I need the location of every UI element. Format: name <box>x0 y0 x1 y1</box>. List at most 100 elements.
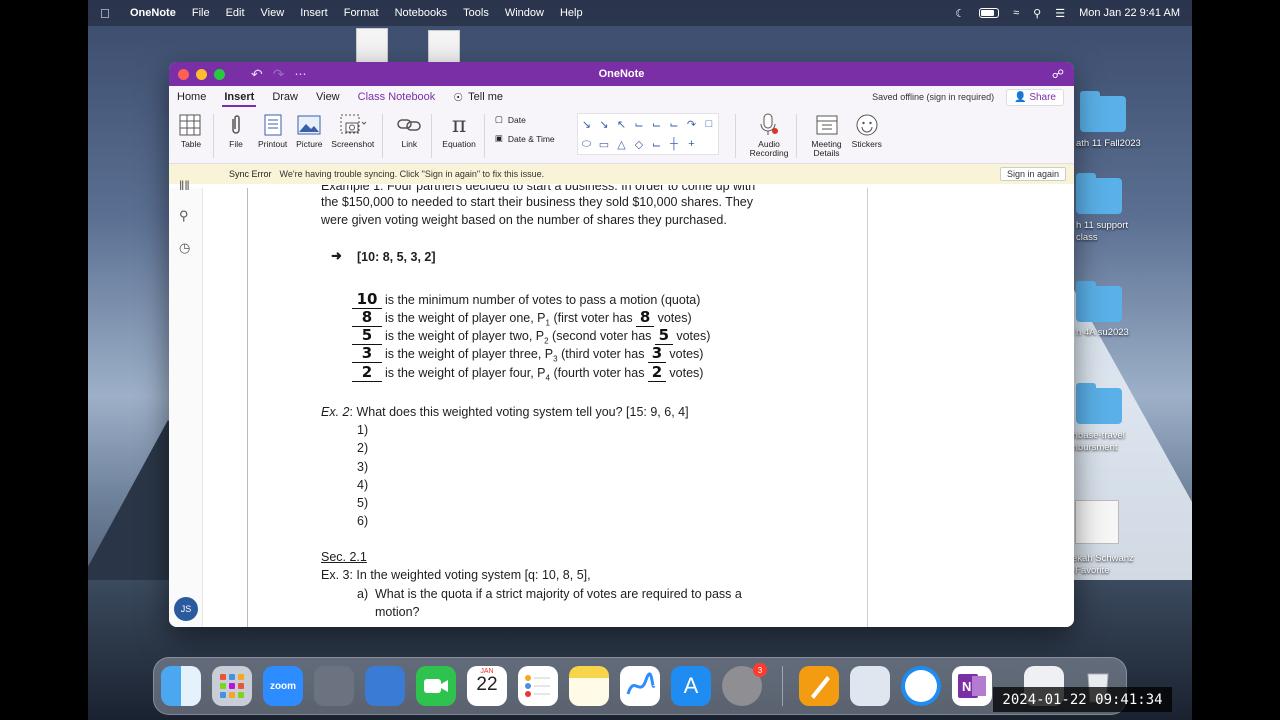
more-icon[interactable]: ⋯ <box>294 67 306 81</box>
folder-label[interactable]: h 11 support class <box>1076 220 1128 244</box>
folder-label[interactable]: ath 11 Fall2023 <box>1076 138 1141 150</box>
rectangle-shape-icon[interactable]: ▭ <box>599 138 609 151</box>
axis-shape-icon[interactable]: ⌙ <box>634 118 643 131</box>
preview-icon[interactable] <box>365 666 405 706</box>
battery-icon[interactable] <box>979 8 1000 18</box>
app-store-icon[interactable]: A <box>671 666 711 706</box>
plus-shape-icon[interactable]: ┼ <box>670 138 678 150</box>
folder-icon[interactable] <box>1080 91 1126 132</box>
notes-icon[interactable] <box>569 666 609 706</box>
reminders-icon[interactable] <box>518 666 558 706</box>
redo-icon[interactable]: ↷ <box>273 66 285 83</box>
calendar-app-icon[interactable]: JAN 22 <box>467 666 507 706</box>
axis-shape-icon[interactable]: ⌙ <box>652 118 661 131</box>
meeting-details-button[interactable]: Meeting Details <box>811 112 842 158</box>
triangle-shape-icon[interactable]: △ <box>617 138 625 151</box>
maximize-window-button[interactable] <box>214 68 225 80</box>
control-center-icon[interactable]: ☰ <box>1055 7 1065 20</box>
menu-tools[interactable]: Tools <box>463 7 489 19</box>
menu-insert[interactable]: Insert <box>300 7 328 19</box>
printout-button[interactable]: Printout <box>258 112 287 149</box>
folder-icon[interactable] <box>1076 281 1122 322</box>
menu-view[interactable]: View <box>261 7 285 19</box>
date-time-label: Date & Time <box>507 133 555 144</box>
file-button[interactable]: File <box>222 112 250 149</box>
pages-icon[interactable] <box>799 666 839 706</box>
facetime-icon[interactable] <box>416 666 456 706</box>
list-item: 4) <box>357 478 369 492</box>
desktop-document-icon[interactable] <box>428 30 460 66</box>
date-button[interactable]: ▢ Date <box>495 114 555 125</box>
example-1-text: were given voting weight based on the nu… <box>321 213 727 227</box>
menu-notebooks[interactable]: Notebooks <box>395 7 448 19</box>
desktop-document-icon[interactable] <box>356 28 388 64</box>
menu-edit[interactable]: Edit <box>226 7 245 19</box>
folder-label[interactable]: h 4A su2023 <box>1076 327 1129 339</box>
launchpad-icon[interactable] <box>212 666 252 706</box>
link-button[interactable]: Link <box>395 112 423 149</box>
menu-window[interactable]: Window <box>505 7 544 19</box>
axis-shape-icon[interactable]: ⌙ <box>652 138 661 151</box>
tab-class-notebook[interactable]: Class Notebook <box>358 91 436 103</box>
tab-view[interactable]: View <box>316 91 340 103</box>
apple-icon[interactable]:  <box>100 6 116 21</box>
picture-button[interactable]: Picture <box>295 112 323 149</box>
wifi-icon[interactable]: ≈ <box>1013 7 1019 19</box>
stickers-button[interactable]: Stickers <box>852 112 882 149</box>
axis-shape-icon[interactable]: ↷ <box>687 118 696 131</box>
tab-home[interactable]: Home <box>177 91 206 103</box>
notification-badge: 3 <box>753 663 767 677</box>
moon-icon[interactable]: ☾ <box>955 7 965 20</box>
table-button[interactable]: Table <box>177 112 205 149</box>
shapes-gallery[interactable]: ↘ ↘ ↖ ⌙ ⌙ ⌙ ↷ □ ⬭ ▭ △ ◇ ⌙ ┼ + <box>576 113 719 155</box>
equation-button[interactable]: π Equation <box>442 112 476 149</box>
safari-icon[interactable] <box>901 666 941 706</box>
handwritten-value: 3 <box>647 344 666 363</box>
line-shape-icon[interactable]: ↘ <box>582 118 591 131</box>
ellipse-shape-icon[interactable]: ⬭ <box>582 138 591 151</box>
screenshot-label: Screenshot <box>331 139 375 149</box>
onenote-icon[interactable]: N <box>952 666 992 706</box>
minimize-window-button[interactable] <box>196 68 207 80</box>
desktop-document-icon[interactable] <box>1075 500 1119 544</box>
audio-recording-button[interactable]: Audio Recording <box>749 112 789 158</box>
definition-text: votes) <box>665 366 704 380</box>
undo-icon[interactable]: ↶ <box>251 66 263 83</box>
sign-in-again-button[interactable]: Sign in again <box>999 167 1066 181</box>
finder-icon[interactable] <box>161 666 201 706</box>
menu-file[interactable]: File <box>192 7 210 19</box>
photo-folder-icon[interactable] <box>850 666 890 706</box>
freeform-icon[interactable] <box>620 666 660 706</box>
audio-recording-label: Audio Recording <box>749 139 789 158</box>
zoom-icon[interactable]: zoom <box>263 666 303 706</box>
printer-icon[interactable] <box>314 666 354 706</box>
tell-me-search[interactable]: ☉ Tell me <box>453 91 503 104</box>
screenshot-button[interactable]: Screenshot <box>331 112 374 149</box>
diamond-shape-icon[interactable]: ◇ <box>635 138 643 151</box>
plus-shape-icon[interactable]: + <box>688 138 694 150</box>
arrow-annotation-icon: ➜ <box>331 248 342 263</box>
menu-format[interactable]: Format <box>344 7 379 19</box>
square-shape-icon[interactable]: □ <box>706 118 713 130</box>
folder-icon[interactable] <box>1076 173 1122 214</box>
menu-app-name[interactable]: OneNote <box>130 7 176 19</box>
tab-insert[interactable]: Insert <box>222 91 257 107</box>
handwritten-value: 5 <box>654 326 673 345</box>
share-button[interactable]: 👤 Share <box>1006 88 1064 106</box>
search-icon[interactable]: ⚲ <box>1033 7 1041 20</box>
document-label[interactable]: ekah Schwanz -Favorite <box>1072 553 1134 577</box>
sync-error-bar: Sync Error We're having trouble syncing.… <box>169 164 1074 184</box>
menu-clock[interactable]: Mon Jan 22 9:41 AM <box>1079 7 1180 19</box>
activity-icon[interactable]: ☍ <box>1052 67 1064 81</box>
folder-icon[interactable] <box>1076 383 1122 424</box>
date-time-button[interactable]: ▣ Date & Time <box>495 133 555 144</box>
axis-shape-icon[interactable]: ⌙ <box>669 118 678 131</box>
folder-label[interactable]: thbase-travel mbursment <box>1070 430 1125 454</box>
tab-draw[interactable]: Draw <box>272 91 298 103</box>
close-window-button[interactable] <box>178 68 189 80</box>
note-page[interactable]: Example 1: Four partners decided to star… <box>169 185 1074 627</box>
arrow-shape-icon[interactable]: ↘ <box>599 118 608 131</box>
menu-help[interactable]: Help <box>560 7 583 19</box>
definition-text: is the weight of player one, P <box>385 311 546 325</box>
double-arrow-shape-icon[interactable]: ↖ <box>617 118 626 131</box>
